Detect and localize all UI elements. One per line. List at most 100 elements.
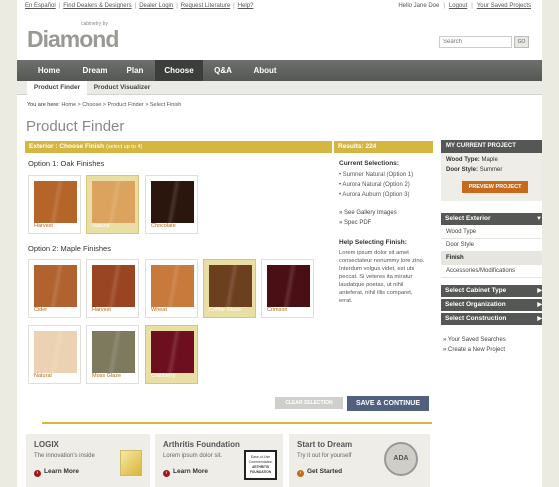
- chevron-right-icon: ▶: [537, 302, 542, 308]
- saved-projects-link[interactable]: Your Saved Projects: [477, 3, 531, 9]
- current-selections-heading: Current Selections:: [339, 160, 399, 167]
- promo-learn-more-link[interactable]: › Learn More: [163, 468, 208, 477]
- divider: [42, 422, 432, 424]
- nav-about[interactable]: About: [243, 60, 287, 81]
- exterior-door-style[interactable]: Door Style: [441, 239, 542, 252]
- tab-product-visualizer[interactable]: Product Visualizer: [89, 81, 155, 95]
- finish-swatch[interactable]: Coffee Glaze: [203, 259, 256, 318]
- finish-swatch[interactable]: Moss Glaze: [86, 325, 139, 384]
- finish-swatch[interactable]: Cranberry: [145, 325, 198, 384]
- finish-swatch[interactable]: Natural: [86, 175, 139, 234]
- promo-title: Start to Dream: [297, 440, 353, 449]
- finish-swatch-image: [92, 331, 135, 373]
- link-dealer-login[interactable]: Dealer Login: [139, 3, 173, 9]
- option2-title: Option 2: Maple Finishes: [28, 244, 111, 253]
- nav-qa[interactable]: Q&A: [205, 60, 241, 81]
- new-project-link[interactable]: » Create a New Project: [443, 347, 505, 353]
- promo-start-to-dream: Start to Dream Try it out for yourself ›…: [289, 434, 430, 487]
- utility-links: En Español | Find Dealers & Designers | Deal…: [25, 3, 254, 9]
- finish-swatch[interactable]: Harvest: [86, 259, 139, 318]
- selection-item: • Sumner Natural (Option 1): [339, 172, 414, 178]
- wood-type-line: Wood Type: Maple: [446, 157, 498, 163]
- logout-link[interactable]: Logout: [449, 3, 467, 9]
- spec-pdf-link[interactable]: » Spec PDF: [339, 220, 371, 226]
- option1-title: Option 1: Oak Finishes: [28, 159, 105, 168]
- finish-swatch-label: Moss Glaze: [92, 373, 122, 379]
- finish-swatch-image: [209, 265, 252, 307]
- finish-swatch[interactable]: Harvest: [28, 175, 81, 234]
- help-heading: Help Selecting Finish:: [339, 239, 407, 246]
- finish-swatch-image: [92, 265, 135, 307]
- page-title: Product Finder: [26, 118, 125, 135]
- save-continue-button[interactable]: SAVE & CONTINUE: [347, 396, 429, 411]
- results-count: Results: 224: [334, 141, 433, 153]
- accordion-select-exterior[interactable]: Select Exterior ▼: [441, 213, 542, 225]
- finish-swatch-label: Natural: [92, 223, 110, 229]
- promo-learn-more-link[interactable]: › Learn More: [34, 468, 79, 477]
- finish-swatch-image: [34, 331, 77, 373]
- link-help[interactable]: Help?: [238, 3, 254, 9]
- finish-swatch-label: Crimson: [267, 307, 288, 313]
- preview-project-button[interactable]: PREVIEW PROJECT: [462, 181, 528, 193]
- finish-swatch-image: [34, 265, 77, 307]
- finish-swatch-image: [151, 331, 194, 373]
- breadcrumb-label: You are here:: [27, 102, 60, 108]
- nav-choose[interactable]: Choose: [155, 60, 203, 81]
- finish-swatch-image: [151, 181, 194, 223]
- search-input[interactable]: [439, 36, 512, 48]
- promo-get-started-link[interactable]: › Get Started: [297, 468, 342, 477]
- accordion-organization[interactable]: Select Organization ▶: [441, 299, 542, 311]
- link-espanol[interactable]: En Español: [25, 3, 56, 9]
- sub-nav: Product Finder Product Visualizer: [17, 81, 542, 95]
- search-go-button[interactable]: GO: [514, 36, 529, 48]
- arrow-icon: ›: [34, 470, 41, 477]
- finish-swatch-image: [267, 265, 310, 307]
- finish-swatch[interactable]: Natural: [28, 325, 81, 384]
- chevron-down-icon: ▼: [536, 216, 542, 222]
- link-request-literature[interactable]: Request Literature: [181, 3, 230, 9]
- breadcrumb: You are here: Home > Choose > Product Fi…: [27, 102, 181, 108]
- help-text: Lorem ipsum dolor sit amet consectateur …: [339, 250, 425, 304]
- tab-product-finder[interactable]: Product Finder: [27, 81, 87, 95]
- exterior-accessories[interactable]: Accessories/Modifications: [441, 265, 542, 278]
- chevron-right-icon: ▶: [537, 288, 542, 294]
- saved-searches-link[interactable]: » Your Saved Searches: [443, 337, 506, 343]
- chevron-right-icon: ▶: [537, 316, 542, 322]
- finish-swatch-label: Cider: [34, 307, 48, 313]
- user-greeting: Hello Jane Doe: [398, 3, 440, 9]
- finish-swatch-image: [34, 181, 77, 223]
- arrow-icon: ›: [297, 470, 304, 477]
- my-project-heading: MY CURRENT PROJECT: [441, 140, 542, 153]
- logo[interactable]: Diamond: [27, 26, 119, 53]
- finish-swatch-label: Harvest: [34, 223, 53, 229]
- finish-swatch-label: Cranberry: [151, 373, 176, 379]
- nav-plan[interactable]: Plan: [117, 60, 153, 81]
- gallery-link[interactable]: » See Gallery Images: [339, 210, 397, 216]
- accordion-construction[interactable]: Select Construction ▶: [441, 313, 542, 325]
- nav-dream[interactable]: Dream: [73, 60, 117, 81]
- exterior-wood-type[interactable]: Wood Type: [441, 226, 542, 239]
- finish-swatch[interactable]: Wheat: [145, 259, 198, 318]
- exterior-finish[interactable]: Finish: [441, 252, 542, 265]
- finish-swatch[interactable]: Cider: [28, 259, 81, 318]
- promo-logix: LOGIX The innovation's inside › Learn Mor…: [26, 434, 150, 487]
- promo-subtitle: Try it out for yourself: [297, 453, 352, 459]
- accordion-cabinet-type[interactable]: Select Cabinet Type ▶: [441, 285, 542, 297]
- clear-selection-button[interactable]: CLEAR SELECTION: [275, 397, 343, 409]
- finish-swatch-label: Natural: [34, 373, 52, 379]
- step-note: (select up to 4): [105, 144, 143, 150]
- step-bar: Exterior : Choose Finish (select up to 4…: [25, 141, 332, 153]
- finish-swatch-image: [151, 265, 194, 307]
- link-find-dealers[interactable]: Find Dealers & Designers: [63, 3, 131, 9]
- finish-swatch[interactable]: Crimson: [261, 259, 314, 318]
- finish-swatch-label: Harvest: [92, 307, 111, 313]
- finish-swatch[interactable]: Chocolate: [145, 175, 198, 234]
- step-title: Exterior : Choose Finish: [29, 143, 105, 150]
- breadcrumb-path[interactable]: Home > Choose > Product Finder > Select …: [61, 102, 181, 108]
- selection-item: • Aurora Auburn (Option 3): [339, 192, 410, 198]
- finish-swatch-image: [92, 181, 135, 223]
- promo-arthritis: Arthritis Foundation Lorem ipsum dolor s…: [155, 434, 283, 487]
- finish-swatch-label: Wheat: [151, 307, 167, 313]
- nav-home[interactable]: Home: [27, 60, 71, 81]
- promo-title: LOGIX: [34, 440, 59, 449]
